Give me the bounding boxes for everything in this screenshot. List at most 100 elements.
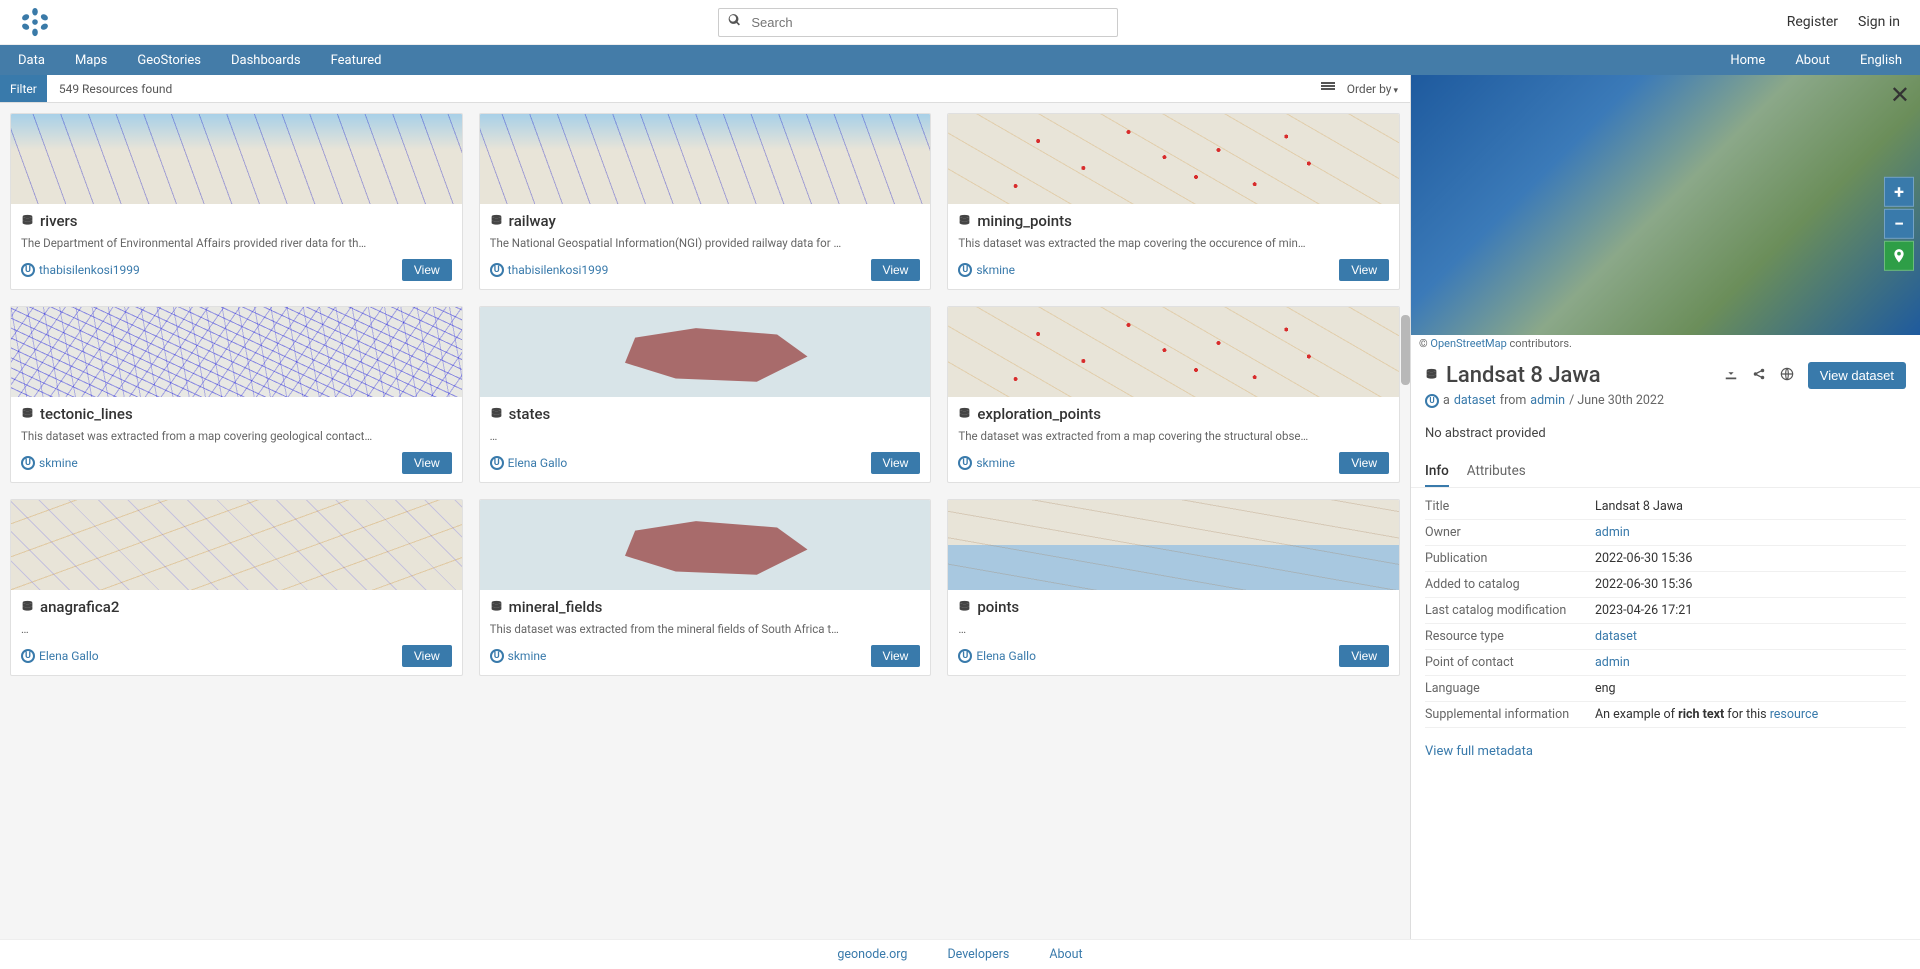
nav-home[interactable]: Home [1730, 53, 1765, 68]
search-wrap [718, 8, 1118, 37]
resource-card[interactable]: mining_pointsThis dataset was extracted … [947, 113, 1400, 290]
meta-value: Landsat 8 Jawa [1595, 499, 1906, 514]
map-preview[interactable]: + − [1411, 75, 1920, 335]
card-author[interactable]: Uthabisilenkosi1999 [490, 263, 609, 277]
zoom-in-button[interactable]: + [1884, 177, 1914, 207]
resource-card[interactable]: railwayThe National Geospatial Informati… [479, 113, 932, 290]
card-title: exploration_points [958, 405, 1389, 423]
dataset-icon [958, 212, 971, 230]
resource-count: 549 Resources found [47, 82, 184, 96]
meta-value: 2022-06-30 15:36 [1595, 551, 1906, 566]
meta-link[interactable]: resource [1770, 707, 1819, 722]
signin-link[interactable]: Sign in [1858, 14, 1900, 30]
card-author[interactable]: UElena Gallo [490, 456, 568, 470]
user-icon: U [958, 456, 972, 470]
view-button[interactable]: View [871, 452, 921, 474]
user-icon: U [21, 649, 35, 663]
orderby-button[interactable]: Order by▾ [1347, 82, 1398, 96]
footer-about[interactable]: About [1049, 947, 1082, 962]
meta-row: Last catalog modification2023-04-26 17:2… [1425, 598, 1906, 624]
card-thumb [948, 307, 1399, 397]
list-view-icon[interactable] [1321, 82, 1335, 96]
nav-english[interactable]: English [1860, 53, 1902, 68]
toplinks: Register Sign in [1787, 14, 1900, 30]
topbar: Register Sign in [0, 0, 1920, 45]
view-button[interactable]: View [402, 259, 452, 281]
resource-card[interactable]: rivers The Department of Environmental Af… [10, 113, 463, 290]
card-desc: This dataset was extracted from the mine… [490, 622, 921, 637]
user-icon: U [958, 263, 972, 277]
orderby: Order by▾ [1321, 82, 1410, 96]
tab-attributes[interactable]: Attributes [1467, 457, 1526, 487]
dataset-type-link[interactable]: dataset [1454, 393, 1496, 408]
card-author[interactable]: UElena Gallo [958, 649, 1036, 663]
card-title: anagrafica2 [21, 598, 452, 616]
view-button[interactable]: View [1339, 259, 1389, 281]
resource-card[interactable]: tectonic_linesThis dataset was extracted… [10, 306, 463, 483]
nav-dashboards[interactable]: Dashboards [231, 53, 301, 68]
nav-geostories[interactable]: GeoStories [137, 53, 201, 68]
resource-card[interactable]: mineral_fieldsThis dataset was extracted… [479, 499, 932, 676]
meta-value: dataset [1595, 629, 1906, 644]
card-author[interactable]: Uskmine [21, 456, 78, 470]
card-author[interactable]: Uthabisilenkosi1999 [21, 263, 140, 277]
download-icon[interactable] [1724, 367, 1738, 385]
view-button[interactable]: View [1339, 645, 1389, 667]
detail-head: Landsat 8 Jawa View dataset U a dataset … [1411, 352, 1920, 418]
view-button[interactable]: View [871, 259, 921, 281]
card-desc: This dataset was extracted from a map co… [21, 429, 452, 444]
osm-link[interactable]: OpenStreetMap [1430, 337, 1506, 350]
meta-row: TitleLandsat 8 Jawa [1425, 494, 1906, 520]
card-title: rivers [21, 212, 452, 230]
resource-card[interactable]: points…UElena GalloView [947, 499, 1400, 676]
resource-card[interactable]: anagrafica2 … UElena Gallo View [10, 499, 463, 676]
card-author[interactable]: UElena Gallo [21, 649, 99, 663]
nav-about[interactable]: About [1795, 53, 1830, 68]
meta-link[interactable]: admin [1595, 655, 1630, 670]
meta-link[interactable]: dataset [1595, 629, 1637, 644]
nav-maps[interactable]: Maps [75, 53, 107, 68]
meta-link[interactable]: admin [1595, 525, 1630, 540]
card-author[interactable]: Uskmine [490, 649, 547, 663]
filter-button[interactable]: Filter [0, 75, 47, 102]
search-input[interactable] [718, 8, 1118, 37]
nav-featured[interactable]: Featured [331, 53, 382, 68]
search-icon [728, 14, 741, 31]
navbar: Data Maps GeoStories Dashboards Featured Hom… [0, 45, 1920, 75]
user-icon: U [958, 649, 972, 663]
view-full-metadata-link[interactable]: View full metadata [1425, 744, 1533, 759]
scrollbar-handle[interactable] [1401, 315, 1410, 385]
view-dataset-button[interactable]: View dataset [1808, 362, 1906, 389]
register-link[interactable]: Register [1787, 14, 1838, 30]
card-title: mining_points [958, 212, 1389, 230]
view-button[interactable]: View [402, 645, 452, 667]
card-author[interactable]: Uskmine [958, 263, 1015, 277]
view-button[interactable]: View [1339, 452, 1389, 474]
card-desc: The Department of Environmental Affairs … [21, 236, 452, 251]
nav-data[interactable]: Data [18, 53, 45, 68]
user-icon: U [490, 263, 504, 277]
meta-key: Last catalog modification [1425, 603, 1595, 618]
footer-geonode[interactable]: geonode.org [837, 947, 907, 962]
resource-card[interactable]: states…UElena GalloView [479, 306, 932, 483]
tab-info[interactable]: Info [1425, 457, 1449, 487]
view-button[interactable]: View [871, 645, 921, 667]
resource-card[interactable]: exploration_pointsThe dataset was extrac… [947, 306, 1400, 483]
cards-grid: rivers The Department of Environmental Af… [0, 103, 1410, 686]
admin-link[interactable]: admin [1530, 393, 1565, 408]
locate-button[interactable] [1884, 241, 1914, 271]
footer-developers[interactable]: Developers [947, 947, 1009, 962]
filterbar: Filter 549 Resources found Order by▾ [0, 75, 1410, 103]
meta-key: Title [1425, 499, 1595, 514]
card-thumb [948, 500, 1399, 590]
meta-row: Point of contactadmin [1425, 650, 1906, 676]
zoom-out-button[interactable]: − [1884, 209, 1914, 239]
user-icon: U [21, 263, 35, 277]
close-icon[interactable]: ✕ [1890, 81, 1910, 109]
logo[interactable] [20, 7, 50, 37]
card-desc: … [21, 622, 452, 637]
view-button[interactable]: View [402, 452, 452, 474]
share-icon[interactable] [1752, 367, 1766, 385]
globe-icon[interactable] [1780, 367, 1794, 385]
card-author[interactable]: Uskmine [958, 456, 1015, 470]
